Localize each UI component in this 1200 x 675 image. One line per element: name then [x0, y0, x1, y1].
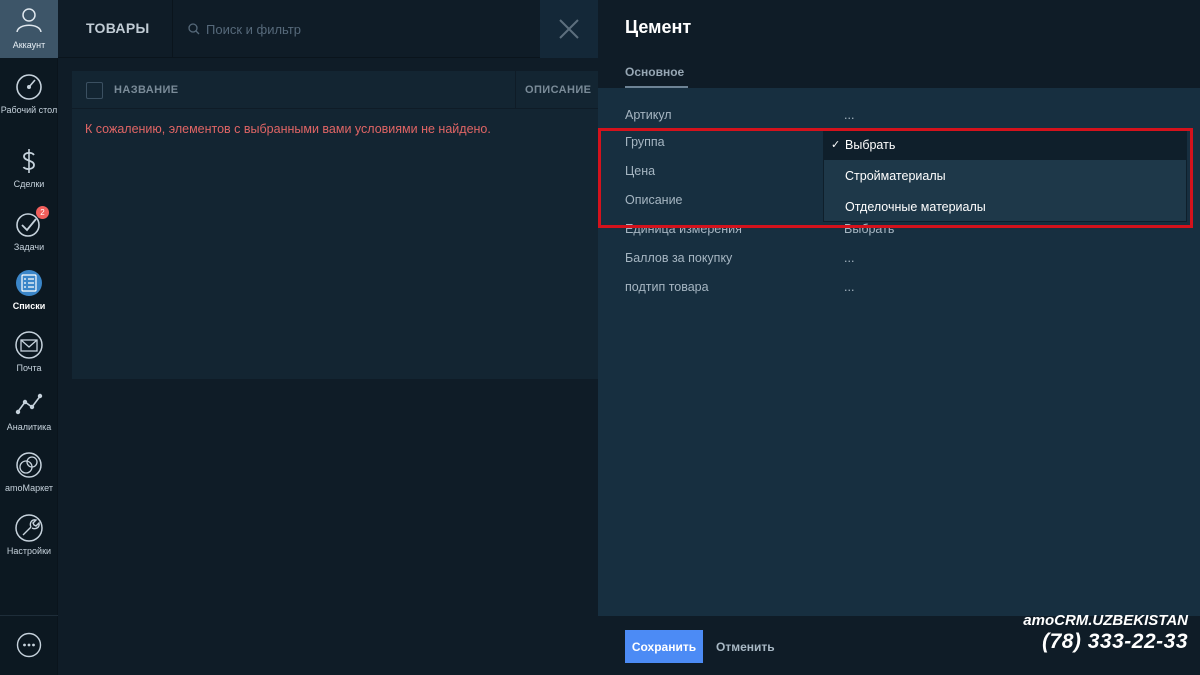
close-panel-button[interactable] [540, 0, 598, 58]
cancel-link[interactable]: Отменить [716, 640, 775, 654]
search-bar[interactable] [188, 19, 488, 39]
lists-icon [16, 270, 42, 296]
user-avatar-icon [16, 8, 42, 32]
nav-item-market[interactable]: amoМаркет [0, 450, 58, 494]
field-value-subtype[interactable]: ... [844, 280, 854, 294]
active-tab-underline [625, 86, 688, 88]
nav-label-settings: Настройки [6, 546, 52, 556]
save-button[interactable]: Сохранить [625, 630, 703, 663]
column-header-description[interactable]: ОПИСАНИЕ [525, 84, 591, 96]
dollar-icon [22, 149, 35, 173]
tab-main[interactable]: Основное [625, 65, 684, 79]
analytics-icon [15, 393, 43, 415]
topbar-divider [172, 0, 173, 58]
field-label-subtype: подтип товара [625, 280, 709, 294]
dropdown-option-building-materials[interactable]: Стройматериалы [824, 161, 1186, 191]
watermark: amoCRM.UZBEKISTAN (78) 333-22-33 [1018, 612, 1188, 655]
watermark-brand: amoCRM.UZBEKISTAN [1023, 612, 1188, 629]
dropdown-option-finishing-materials[interactable]: Отделочные материалы [824, 192, 1186, 222]
search-icon [188, 23, 200, 35]
nav-label-dashboard: Рабочий стол [0, 105, 58, 115]
field-value-unit[interactable]: Выбрать [844, 222, 894, 236]
nav-label-tasks: Задачи [13, 242, 45, 252]
nav-item-lists[interactable]: Списки [0, 268, 58, 312]
account-button[interactable]: Аккаунт [0, 0, 58, 58]
market-icon [16, 452, 42, 478]
nav-item-mail[interactable]: Почта [0, 330, 58, 374]
nav-item-settings[interactable]: Настройки [0, 513, 58, 557]
left-nav: Аккаунт Рабочий стол Сделки 2 Задачи Спи… [0, 0, 58, 675]
panel-title: Цемент [625, 17, 692, 37]
nav-label-lists: Списки [12, 301, 46, 311]
list-title: ТОВАРЫ [86, 20, 150, 36]
close-icon [559, 19, 579, 39]
field-label-sku: Артикул [625, 108, 672, 122]
dropdown-option-label: Стройматериалы [845, 169, 946, 183]
nav-label-deals: Сделки [13, 179, 45, 189]
chat-icon[interactable] [16, 632, 42, 658]
field-label-description: Описание [625, 193, 683, 207]
dropdown-option-select[interactable]: ✓ Выбрать [824, 130, 1186, 160]
field-value-sku[interactable]: ... [844, 108, 854, 122]
dashboard-icon [16, 74, 42, 100]
column-header-name[interactable]: НАЗВАНИЕ [114, 84, 179, 96]
table-header: НАЗВАНИЕ ОПИСАНИЕ [72, 71, 598, 109]
wrench-icon [15, 514, 43, 542]
empty-results-message: К сожалению, элементов с выбранными вами… [85, 122, 491, 136]
dropdown-option-label: Отделочные материалы [845, 200, 986, 214]
panel-header: Цемент Основное [598, 0, 1200, 88]
select-all-checkbox[interactable] [86, 82, 103, 99]
search-input[interactable] [206, 21, 466, 37]
field-value-points[interactable]: ... [844, 251, 854, 265]
nav-divider [0, 615, 58, 616]
products-table: НАЗВАНИЕ ОПИСАНИЕ К сожалению, элементов… [72, 71, 598, 379]
nav-item-tasks[interactable]: 2 Задачи [0, 206, 58, 253]
dropdown-option-label: Выбрать [845, 138, 896, 152]
group-dropdown-menu: ✓ Выбрать Стройматериалы Отделочные мате… [823, 128, 1187, 222]
watermark-phone: (78) 333-22-33 [1042, 630, 1188, 653]
nav-item-dashboard[interactable]: Рабочий стол [0, 72, 58, 116]
field-label-points: Баллов за покупку [625, 251, 733, 265]
tasks-count-badge: 2 [36, 206, 49, 219]
check-icon: ✓ [831, 139, 841, 151]
column-divider [515, 71, 516, 109]
nav-item-deals[interactable]: Сделки [0, 146, 58, 190]
field-label-group: Группа [625, 135, 665, 149]
field-label-price: Цена [625, 164, 656, 178]
product-card-panel: Цемент Основное Артикул ... Группа Цена … [598, 0, 1200, 675]
list-topbar: ТОВАРЫ [58, 0, 598, 58]
mail-icon [15, 331, 43, 359]
field-label-unit: Единица измерения [625, 222, 742, 236]
app-root: Аккаунт Рабочий стол Сделки 2 Задачи Спи… [0, 0, 1200, 675]
nav-label-analytics: Аналитика [6, 422, 52, 432]
nav-label-market: amoМаркет [5, 483, 53, 493]
nav-label-mail: Почта [16, 363, 42, 373]
account-label: Аккаунт [12, 40, 46, 50]
nav-item-analytics[interactable]: Аналитика [0, 389, 58, 433]
